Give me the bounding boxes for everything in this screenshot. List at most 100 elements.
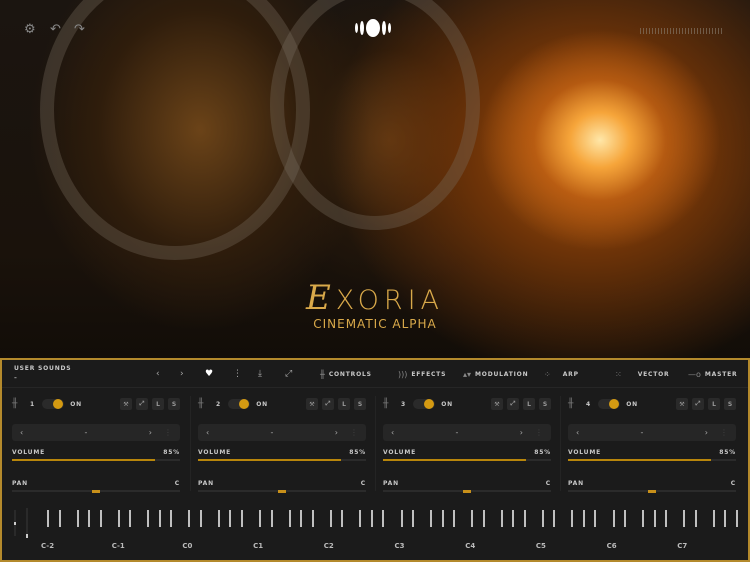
channel-toggle[interactable] bbox=[42, 399, 65, 409]
key[interactable] bbox=[412, 510, 414, 527]
key[interactable] bbox=[259, 510, 262, 527]
key[interactable] bbox=[471, 510, 474, 527]
next-sound-button[interactable]: › bbox=[705, 428, 708, 437]
key[interactable] bbox=[382, 510, 385, 527]
key[interactable] bbox=[482, 510, 485, 527]
next-sound-button[interactable]: › bbox=[149, 428, 152, 437]
tab-master[interactable]: —o MASTER bbox=[688, 370, 737, 379]
solo-button[interactable]: S bbox=[539, 398, 551, 410]
key[interactable] bbox=[370, 510, 373, 527]
pan-slider[interactable] bbox=[12, 489, 180, 493]
wrench-button[interactable]: ⚒ bbox=[491, 398, 503, 410]
key[interactable] bbox=[76, 510, 79, 527]
key[interactable] bbox=[47, 510, 49, 527]
key[interactable] bbox=[453, 510, 455, 527]
lock-button[interactable]: L bbox=[523, 398, 535, 410]
key[interactable] bbox=[523, 510, 526, 527]
key[interactable] bbox=[430, 510, 432, 527]
more-menu-icon[interactable]: ⋮ bbox=[233, 369, 242, 379]
key[interactable] bbox=[270, 510, 273, 527]
key[interactable] bbox=[240, 510, 243, 527]
wrench-button[interactable]: ⚒ bbox=[676, 398, 688, 410]
key[interactable] bbox=[341, 510, 344, 527]
sound-selector[interactable]: ‹ - › ⋮ bbox=[12, 424, 180, 441]
pan-slider[interactable] bbox=[198, 489, 366, 493]
next-preset-button[interactable]: › bbox=[180, 369, 184, 379]
solo-button[interactable]: S bbox=[724, 398, 736, 410]
key[interactable] bbox=[735, 510, 738, 527]
tab-modulation[interactable]: ▴▾ MODULATION bbox=[463, 370, 528, 379]
randomize-icon[interactable]: ⤢ bbox=[285, 369, 292, 379]
sound-menu-icon[interactable]: ⋮ bbox=[535, 428, 543, 437]
key[interactable] bbox=[199, 510, 202, 527]
expand-button[interactable]: ⤢ bbox=[507, 398, 519, 410]
channel-toggle[interactable] bbox=[228, 399, 251, 409]
key[interactable] bbox=[400, 510, 403, 527]
key[interactable] bbox=[329, 510, 332, 527]
tab-controls[interactable]: ╫ CONTROLS bbox=[320, 370, 372, 379]
redo-icon[interactable]: ↷ bbox=[74, 22, 85, 37]
key[interactable] bbox=[694, 510, 697, 527]
pan-slider[interactable] bbox=[383, 489, 551, 493]
sound-menu-icon[interactable]: ⋮ bbox=[720, 428, 728, 437]
key[interactable] bbox=[541, 510, 544, 527]
sound-selector[interactable]: ‹ - › ⋮ bbox=[383, 424, 551, 441]
key[interactable] bbox=[553, 510, 556, 527]
key[interactable] bbox=[582, 510, 585, 527]
key[interactable] bbox=[642, 510, 645, 527]
sound-menu-icon[interactable]: ⋮ bbox=[350, 428, 358, 437]
tab-effects[interactable]: ))) EFFECTS bbox=[398, 370, 446, 379]
key[interactable] bbox=[594, 510, 597, 527]
preset-name[interactable]: - bbox=[14, 373, 17, 382]
volume-slider[interactable] bbox=[383, 459, 551, 461]
next-sound-button[interactable]: › bbox=[335, 428, 338, 437]
key[interactable] bbox=[724, 510, 727, 527]
lock-button[interactable]: L bbox=[338, 398, 350, 410]
solo-button[interactable]: S bbox=[354, 398, 366, 410]
key[interactable] bbox=[512, 510, 515, 527]
key[interactable] bbox=[441, 510, 444, 527]
sound-selector[interactable]: ‹ - › ⋮ bbox=[198, 424, 366, 441]
key[interactable] bbox=[188, 510, 191, 527]
key[interactable] bbox=[300, 510, 303, 527]
lock-button[interactable]: L bbox=[152, 398, 164, 410]
settings-gear-icon[interactable]: ⚙ bbox=[24, 22, 36, 37]
tab-arp[interactable]: ⁘ ARP bbox=[544, 370, 579, 379]
key[interactable] bbox=[170, 510, 173, 527]
key[interactable] bbox=[500, 510, 503, 527]
prev-preset-button[interactable]: ‹ bbox=[156, 369, 160, 379]
tab-vector[interactable]: ⁙ VECTOR bbox=[615, 370, 669, 379]
download-icon[interactable]: ⤓ bbox=[258, 369, 262, 379]
volume-slider[interactable] bbox=[198, 459, 366, 461]
volume-slider[interactable] bbox=[12, 459, 180, 461]
key[interactable] bbox=[99, 510, 102, 527]
key[interactable] bbox=[612, 510, 615, 527]
pan-slider[interactable] bbox=[568, 489, 736, 493]
key[interactable] bbox=[571, 510, 574, 527]
key[interactable] bbox=[624, 510, 627, 527]
channel-toggle[interactable] bbox=[598, 399, 621, 409]
volume-slider[interactable] bbox=[568, 459, 736, 461]
expand-button[interactable]: ⤢ bbox=[692, 398, 704, 410]
key[interactable] bbox=[653, 510, 656, 527]
key[interactable] bbox=[117, 510, 120, 527]
mod-wheel[interactable] bbox=[26, 508, 28, 538]
key[interactable] bbox=[665, 510, 668, 527]
key[interactable] bbox=[229, 510, 232, 527]
sound-menu-icon[interactable]: ⋮ bbox=[164, 428, 172, 437]
key[interactable] bbox=[58, 510, 61, 527]
wrench-button[interactable]: ⚒ bbox=[120, 398, 132, 410]
favorite-heart-icon[interactable]: ♥ bbox=[205, 369, 213, 379]
keyboard[interactable]: C-2 C-1 C0 C1 C2 C3 C4 C5 C6 C7 bbox=[2, 500, 748, 562]
key[interactable] bbox=[712, 510, 715, 527]
solo-button[interactable]: S bbox=[168, 398, 180, 410]
expand-button[interactable]: ⤢ bbox=[136, 398, 148, 410]
key[interactable] bbox=[311, 510, 314, 527]
wrench-button[interactable]: ⚒ bbox=[306, 398, 318, 410]
key[interactable] bbox=[88, 510, 90, 527]
key[interactable] bbox=[158, 510, 161, 527]
key[interactable] bbox=[683, 510, 686, 527]
channel-toggle[interactable] bbox=[413, 399, 436, 409]
pitch-wheel[interactable] bbox=[14, 510, 16, 536]
lock-button[interactable]: L bbox=[708, 398, 720, 410]
